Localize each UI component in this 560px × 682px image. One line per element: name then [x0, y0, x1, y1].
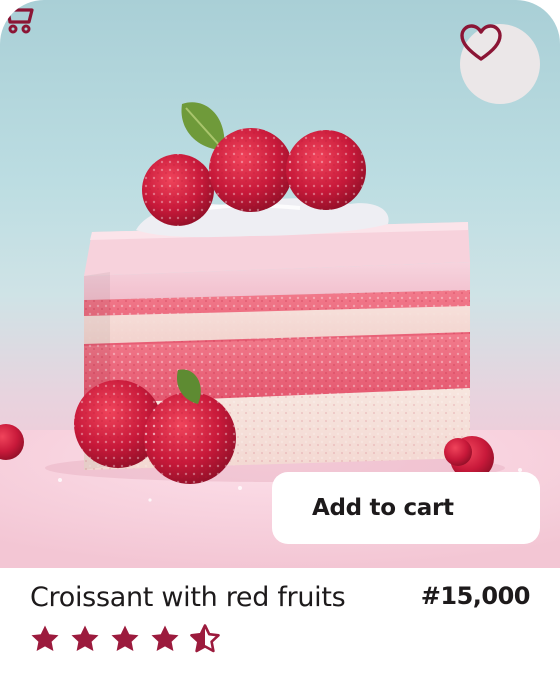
star-icon [31, 625, 59, 651]
product-card[interactable]: Add to cart Croissant with red fruits #1… [0, 0, 560, 682]
favorite-button[interactable] [460, 24, 540, 104]
product-image[interactable]: Add to cart [0, 0, 560, 568]
product-name: Croissant with red fruits [30, 582, 346, 613]
star-icon [71, 625, 99, 651]
add-to-cart-label: Add to cart [312, 495, 454, 521]
cart-icon [0, 2, 34, 34]
heart-icon [460, 24, 502, 61]
star-icon [190, 624, 220, 653]
product-info: Croissant with red fruits #15,000 [0, 568, 560, 682]
add-to-cart-button[interactable]: Add to cart [272, 472, 540, 544]
product-price: #15,000 [420, 582, 531, 610]
star-icon [111, 625, 139, 651]
star-icon [151, 625, 179, 651]
rating-stars [30, 624, 220, 658]
